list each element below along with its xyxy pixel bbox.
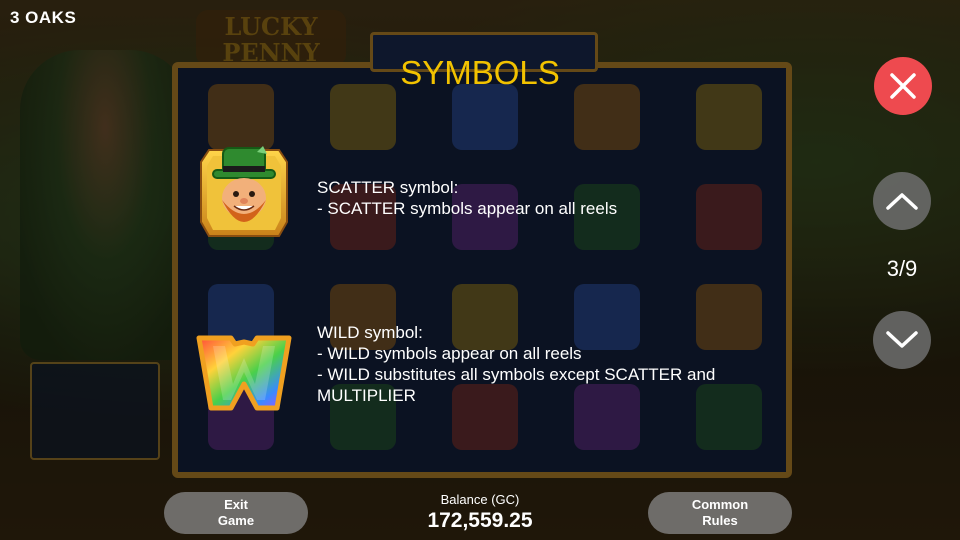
wild-rule-2: - WILD substitutes all symbols except SC… (317, 365, 716, 405)
exit-game-button[interactable]: Exit Game (164, 492, 308, 534)
balance-display: Balance (GC) 172,559.25 (380, 492, 580, 533)
wild-symbol-name: WILD symbol: (317, 323, 423, 342)
brand-label: 3 OAKS (10, 8, 77, 27)
balance-label: Balance (GC) (440, 492, 520, 507)
chevron-up-icon (886, 193, 918, 210)
wild-description: WILD symbol: - WILD symbols appear on al… (317, 322, 777, 406)
previous-page-button[interactable] (873, 172, 931, 230)
rules-button-label-line1: Common (691, 497, 749, 512)
next-page-button[interactable] (873, 311, 931, 369)
common-rules-button[interactable]: Common Rules (648, 492, 792, 534)
page-indicator: 3/9 (886, 256, 918, 281)
scatter-description: SCATTER symbol: - SCATTER symbols appear… (317, 177, 777, 219)
rules-button-label-line2: Rules (702, 513, 738, 528)
page-title: SYMBOLS (400, 54, 560, 91)
chevron-down-icon (886, 331, 918, 348)
wild-rule-1: - WILD symbols appear on all reels (317, 344, 582, 363)
exit-button-label-line2: Game (217, 513, 255, 528)
close-button[interactable] (874, 57, 932, 115)
wild-w-icon (196, 335, 292, 411)
balance-value: 172,559.25 (427, 509, 533, 532)
exit-button-label-line1: Exit (224, 497, 248, 512)
scatter-symbol-name: SCATTER symbol: (317, 178, 459, 197)
leprechaun-scatter-icon (200, 146, 288, 237)
scatter-rule-1: - SCATTER symbols appear on all reels (317, 199, 618, 218)
close-icon (890, 73, 916, 99)
